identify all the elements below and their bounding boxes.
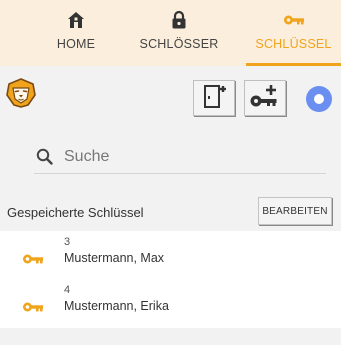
- home-icon: [67, 9, 85, 31]
- lock-icon: [171, 9, 187, 31]
- key-owner-name: Mustermann, Erika: [64, 299, 169, 313]
- lion-logo-icon: [6, 78, 36, 108]
- active-tab-indicator: [246, 63, 341, 66]
- key-icon: [283, 9, 305, 31]
- list-item[interactable]: 4 Mustermann, Erika: [0, 281, 341, 325]
- key-icon: [22, 300, 44, 312]
- add-key-button[interactable]: [244, 80, 286, 116]
- list-item[interactable]: 3 Mustermann, Max: [0, 233, 341, 277]
- tab-bar: HOME SCHLÖSSER SCHLÜSSEL: [0, 0, 341, 66]
- edit-button[interactable]: BEARBEITEN: [258, 197, 332, 225]
- door-add-icon: [201, 82, 227, 115]
- tab-schluessel[interactable]: SCHLÜSSEL: [246, 0, 341, 66]
- search-input[interactable]: [64, 147, 304, 166]
- section-title: Gespeicherte Schlüssel: [7, 205, 144, 220]
- tab-schloesser[interactable]: SCHLÖSSER: [126, 0, 232, 66]
- tab-schloesser-label: SCHLÖSSER: [139, 37, 219, 51]
- status-toggle[interactable]: [306, 86, 332, 112]
- key-number: 4: [64, 284, 71, 296]
- tab-home[interactable]: HOME: [44, 0, 108, 66]
- add-door-button[interactable]: [193, 80, 235, 116]
- search-bar: [34, 140, 326, 174]
- key-owner-name: Mustermann, Max: [64, 251, 165, 265]
- tab-home-label: HOME: [56, 37, 96, 51]
- key-list: 3 Mustermann, Max 4 Mustermann, Erika: [0, 231, 341, 328]
- search-icon: [34, 146, 56, 168]
- tab-schluessel-label: SCHLÜSSEL: [255, 37, 332, 51]
- key-add-icon: [249, 82, 281, 115]
- key-icon: [22, 252, 44, 264]
- key-number: 3: [64, 236, 71, 248]
